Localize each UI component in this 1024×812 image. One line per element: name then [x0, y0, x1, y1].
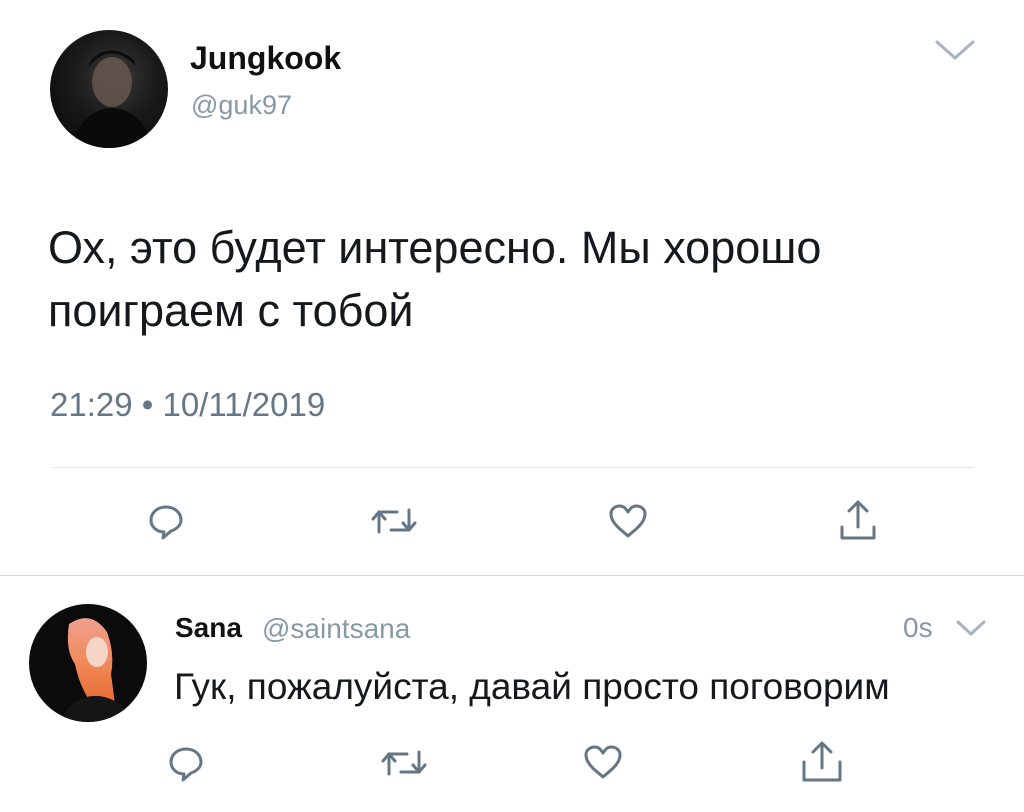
reply-share-button[interactable]: [800, 740, 844, 784]
author-avatar[interactable]: [50, 30, 168, 148]
reply-button[interactable]: [147, 502, 185, 540]
heart-icon: [584, 745, 622, 779]
reply-like-button[interactable]: [583, 744, 623, 780]
tweet-timestamp[interactable]: 21:29 • 10/11/2019: [50, 386, 325, 424]
speech-bubble-icon: [169, 747, 203, 782]
reply-reply-button[interactable]: [167, 744, 205, 782]
reply-author-name[interactable]: Sana: [175, 612, 242, 644]
speech-bubble-icon: [149, 505, 183, 540]
author-name[interactable]: Jungkook: [190, 40, 341, 77]
reply-author-avatar[interactable]: [29, 604, 147, 722]
chevron-down-icon[interactable]: [934, 38, 976, 62]
share-icon: [802, 741, 842, 782]
tweet-text: Ох, это будет интересно. Мы хорошо поигр…: [48, 222, 822, 336]
chevron-down-icon[interactable]: [955, 618, 987, 638]
share-icon: [840, 500, 876, 540]
reply-author-handle[interactable]: @saintsana: [262, 613, 410, 645]
author-handle[interactable]: @guk97: [191, 90, 292, 121]
like-button[interactable]: [608, 503, 648, 539]
share-button[interactable]: [838, 499, 878, 541]
retweet-button[interactable]: [369, 504, 419, 538]
reply-text: Гук, пожалуйста, давай просто поговорим: [174, 666, 890, 707]
reply-retweet-button[interactable]: [379, 746, 429, 780]
divider: [52, 467, 974, 468]
retweet-icon: [381, 750, 427, 776]
heart-icon: [609, 504, 647, 538]
reply-time: 0s: [903, 612, 933, 643]
section-divider: [0, 575, 1024, 576]
retweet-icon: [371, 508, 417, 534]
